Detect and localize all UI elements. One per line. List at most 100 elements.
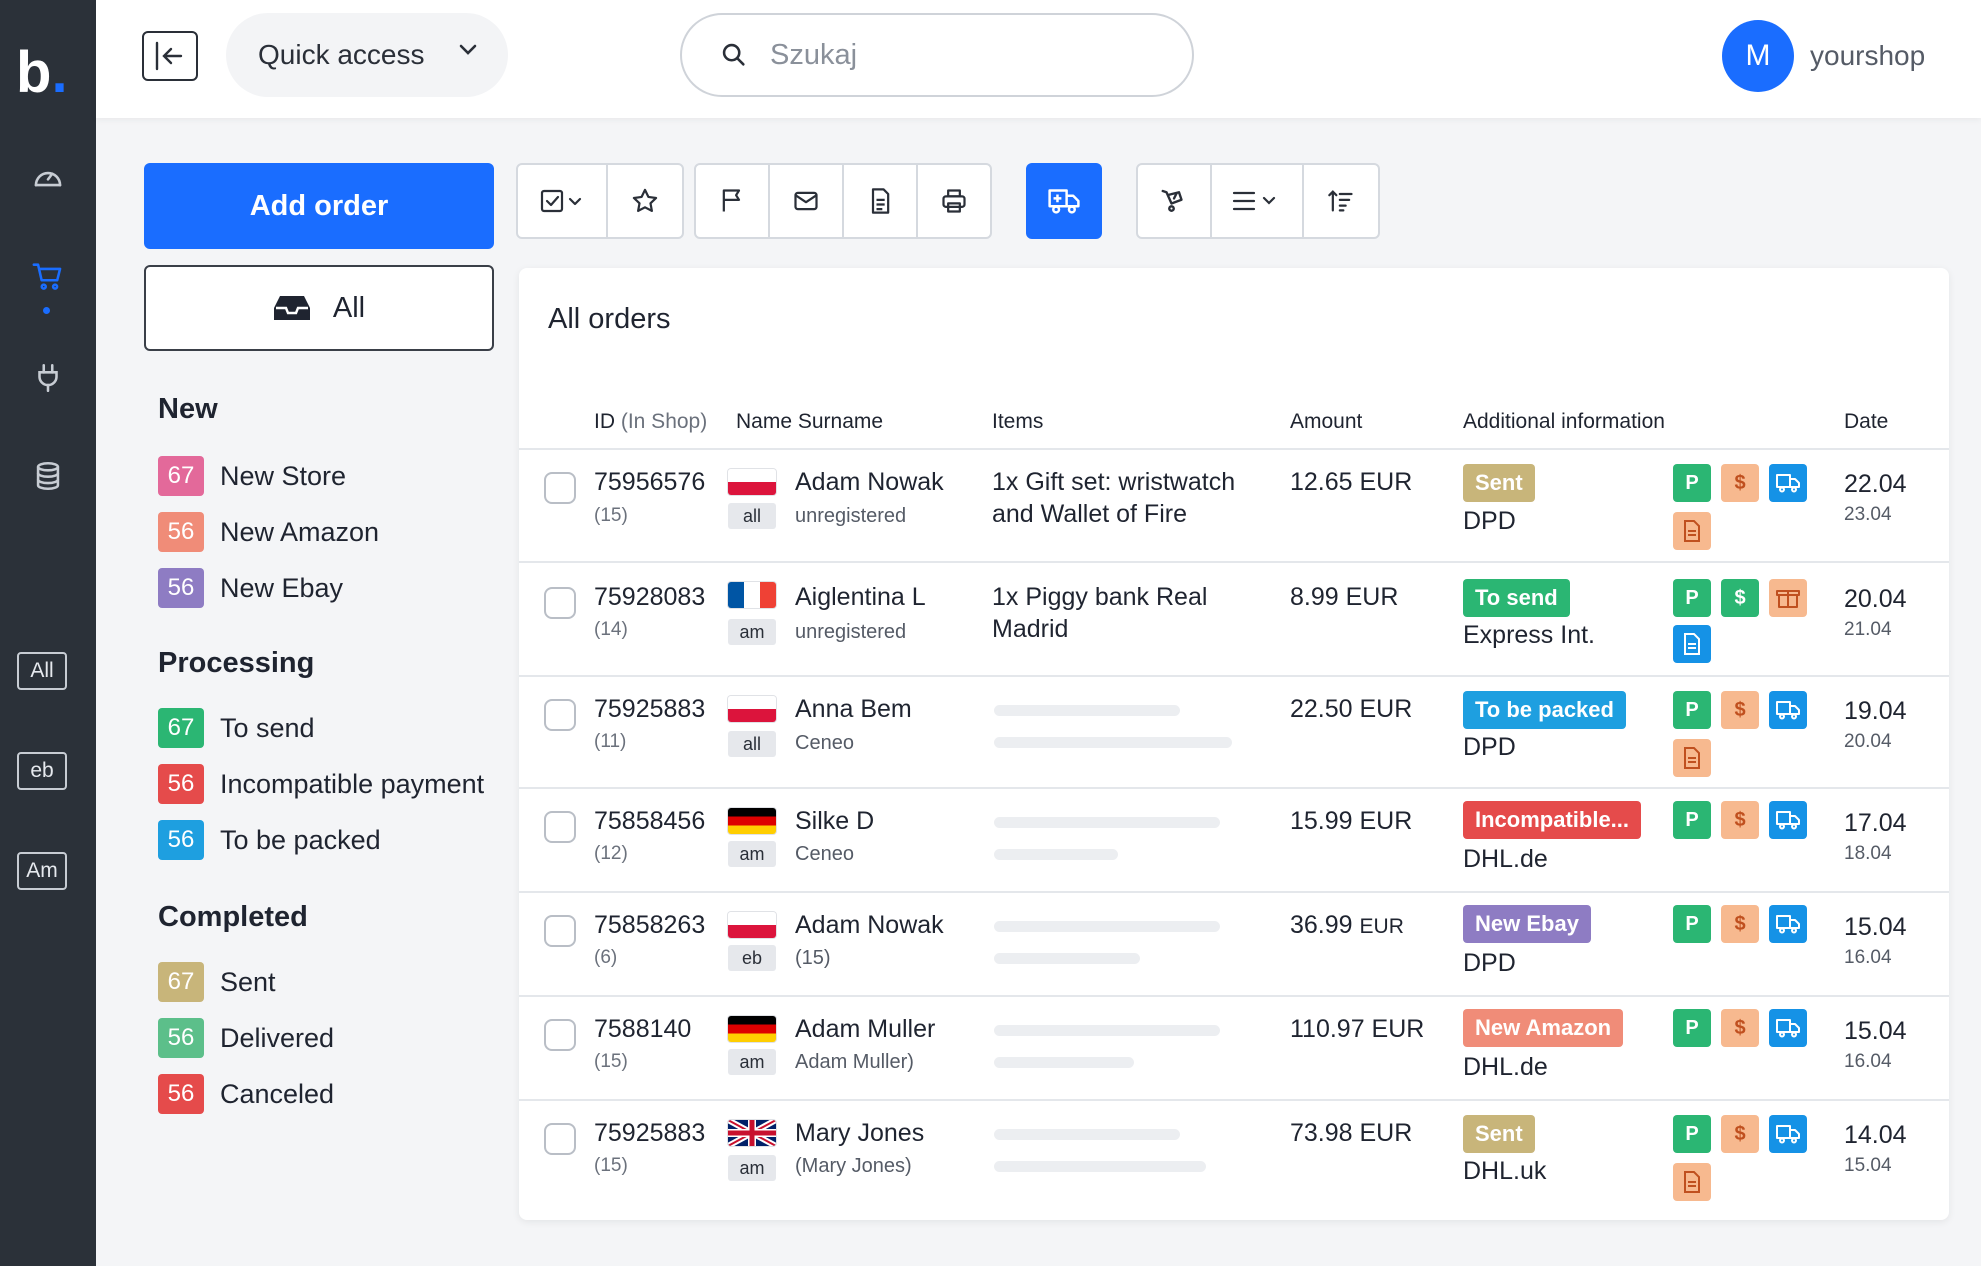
filter-new-amazon[interactable]: 56 New Amazon <box>158 512 379 552</box>
invoice-document-icon[interactable] <box>1673 625 1711 663</box>
table-row[interactable]: 75925883 (11) all Anna Bem Ceneo 22.50 E… <box>519 677 1949 789</box>
status-badge[interactable]: New Amazon <box>1463 1009 1624 1047</box>
favorite-button[interactable] <box>608 165 682 237</box>
customer-name[interactable]: Silke D <box>795 807 874 836</box>
sort-button[interactable] <box>1304 165 1378 237</box>
plug-icon[interactable] <box>26 356 70 400</box>
cart-icon[interactable] <box>26 254 70 298</box>
filter-canceled[interactable]: 56 Canceled <box>158 1074 334 1114</box>
poland-flag-icon <box>728 696 776 722</box>
row-checkbox[interactable] <box>544 587 576 619</box>
dollar-icon[interactable]: $ <box>1721 579 1759 617</box>
app-logo[interactable]: b. <box>16 44 68 102</box>
rail-tag-ebay[interactable]: eb <box>17 752 67 790</box>
payment-p-icon[interactable]: P <box>1673 905 1711 943</box>
all-orders-button[interactable]: All <box>144 265 494 351</box>
table-row[interactable]: 75925883 (15) am Mary Jones (Mary Jones)… <box>519 1101 1949 1220</box>
payment-p-icon[interactable]: P <box>1673 464 1711 502</box>
table-row[interactable]: 75858263 (6) eb Adam Nowak (15) 36.99 EU… <box>519 893 1949 997</box>
delivery-truck-icon[interactable] <box>1769 905 1807 943</box>
delivery-truck-icon[interactable] <box>1769 1009 1807 1047</box>
dashboard-icon[interactable] <box>26 156 70 200</box>
customer-name[interactable]: Adam Muller <box>795 1015 935 1044</box>
print-button[interactable] <box>918 165 990 237</box>
status-badge[interactable]: To be packed <box>1463 691 1626 729</box>
avatar[interactable]: M <box>1722 20 1794 92</box>
status-badge[interactable]: Sent <box>1463 464 1535 502</box>
filter-delivered[interactable]: 56 Delivered <box>158 1018 334 1058</box>
search-box[interactable] <box>680 13 1194 97</box>
row-checkbox[interactable] <box>544 1123 576 1155</box>
row-checkbox[interactable] <box>544 699 576 731</box>
payment-p-icon[interactable]: P <box>1673 1115 1711 1153</box>
row-checkbox[interactable] <box>544 472 576 504</box>
filter-new-store[interactable]: 67 New Store <box>158 456 346 496</box>
customer-name[interactable]: Adam Nowak <box>795 468 944 497</box>
column-header-name[interactable]: Name Surname <box>736 410 883 434</box>
column-header-items[interactable]: Items <box>992 410 1043 434</box>
dollar-icon[interactable]: $ <box>1721 1115 1759 1153</box>
order-amount: 110.97 EUR <box>1290 1015 1425 1043</box>
shipping-button[interactable] <box>1026 163 1102 239</box>
delivery-truck-icon[interactable] <box>1769 464 1807 502</box>
payment-p-icon[interactable]: P <box>1673 579 1711 617</box>
invoice-document-icon[interactable] <box>1673 512 1711 550</box>
database-icon[interactable] <box>26 454 70 498</box>
row-checkbox[interactable] <box>544 811 576 843</box>
dollar-icon[interactable]: $ <box>1721 801 1759 839</box>
customer-name[interactable]: Aiglentina L <box>795 583 926 612</box>
filter-label: Delivered <box>220 1022 335 1053</box>
rail-tag-amazon[interactable]: Am <box>17 852 67 890</box>
customer-name[interactable]: Adam Nowak <box>795 911 944 940</box>
table-row[interactable]: 75956576 (15) all Adam Nowak unregistere… <box>519 450 1949 563</box>
filter-to-be-packed[interactable]: 56 To be packed <box>158 820 381 860</box>
dollar-icon[interactable]: $ <box>1721 905 1759 943</box>
flag-button[interactable] <box>696 165 770 237</box>
customer-name[interactable]: Anna Bem <box>795 695 912 724</box>
filter-new-ebay[interactable]: 56 New Ebay <box>158 568 343 608</box>
delivery-truck-icon[interactable] <box>1769 1115 1807 1153</box>
status-badge[interactable]: To send <box>1463 579 1570 617</box>
rail-tag-all[interactable]: All <box>17 652 67 690</box>
dollar-icon[interactable]: $ <box>1721 1009 1759 1047</box>
filter-to-send[interactable]: 67 To send <box>158 708 315 748</box>
dollar-icon[interactable]: $ <box>1721 691 1759 729</box>
package-icon[interactable] <box>1769 579 1807 617</box>
shop-name[interactable]: yourshop <box>1810 40 1925 72</box>
row-checkbox[interactable] <box>544 1019 576 1051</box>
delivery-truck-icon[interactable] <box>1769 801 1807 839</box>
delivery-truck-icon[interactable] <box>1769 691 1807 729</box>
filter-sent[interactable]: 67 Sent <box>158 962 276 1002</box>
shop-id: (15) <box>594 505 628 526</box>
invoice-document-icon[interactable] <box>1673 739 1711 777</box>
column-header-id[interactable]: ID (In Shop) <box>594 410 707 434</box>
dollar-icon[interactable]: $ <box>1721 464 1759 502</box>
table-row[interactable]: 75928083 (14) am Aiglentina L unregister… <box>519 563 1949 677</box>
customer-name[interactable]: Mary Jones <box>795 1119 924 1148</box>
column-header-info[interactable]: Additional information <box>1463 410 1665 434</box>
select-dropdown-button[interactable] <box>518 165 608 237</box>
payment-p-icon[interactable]: P <box>1673 691 1711 729</box>
add-order-button[interactable]: Add order <box>144 163 494 249</box>
email-button[interactable] <box>770 165 844 237</box>
column-header-date[interactable]: Date <box>1844 410 1888 434</box>
status-badge[interactable]: New Ebay <box>1463 905 1591 943</box>
invoice-document-icon[interactable] <box>1673 1163 1711 1201</box>
row-checkbox[interactable] <box>544 915 576 947</box>
poland-flag-icon <box>728 469 776 495</box>
status-badge[interactable]: Sent <box>1463 1115 1535 1153</box>
document-button[interactable] <box>844 165 918 237</box>
collapse-sidebar-button[interactable] <box>142 31 198 81</box>
return-button[interactable] <box>1138 165 1212 237</box>
quick-access-dropdown[interactable]: Quick access <box>226 13 508 97</box>
column-header-amount[interactable]: Amount <box>1290 410 1362 434</box>
filter-incompatible-payment[interactable]: 56 Incompatible payment <box>158 764 484 804</box>
table-row[interactable]: 7588140 (15) am Adam Muller Adam Muller)… <box>519 997 1949 1101</box>
payment-p-icon[interactable]: P <box>1673 801 1711 839</box>
payment-p-icon[interactable]: P <box>1673 1009 1711 1047</box>
status-badge[interactable]: Incompatible... <box>1463 801 1642 839</box>
table-row[interactable]: 75858456 (12) am Silke D Ceneo 15.99 EUR… <box>519 789 1949 893</box>
quick-access-label: Quick access <box>258 39 425 70</box>
search-input[interactable] <box>770 38 1150 72</box>
list-view-dropdown[interactable] <box>1212 165 1304 237</box>
